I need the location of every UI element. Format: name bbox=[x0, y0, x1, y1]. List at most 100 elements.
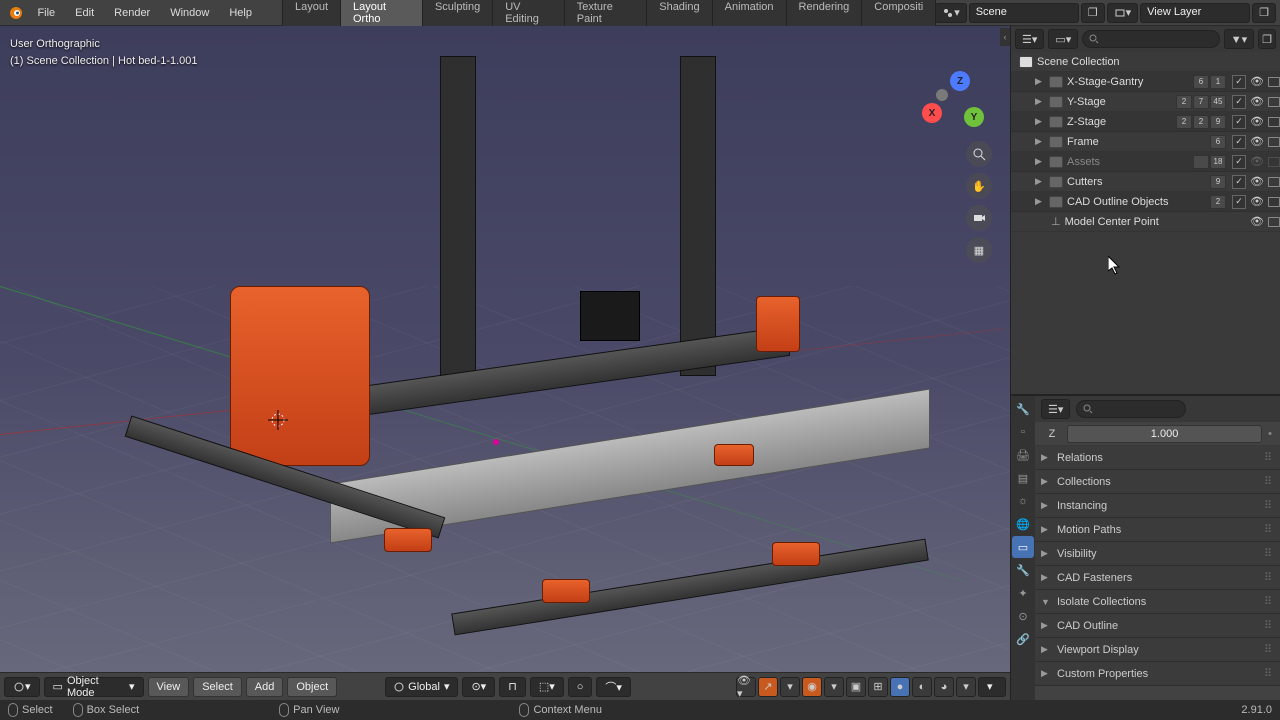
3d-viewport[interactable]: ‹ User Orthographic (1) Scene Collection… bbox=[0, 26, 1010, 700]
tree-item-model-center[interactable]: ⊥ Model Center Point 👁 bbox=[1011, 212, 1280, 232]
tab-output[interactable]: 🖨 bbox=[1012, 444, 1034, 466]
object-menu[interactable]: Object bbox=[287, 677, 337, 697]
panel-collections[interactable]: ▶Collections⠿ bbox=[1035, 470, 1280, 494]
proportional-toggle[interactable]: ○ bbox=[568, 677, 593, 697]
overlay-select[interactable]: ▾ bbox=[824, 677, 844, 697]
render-icon[interactable] bbox=[1268, 137, 1280, 147]
render-icon[interactable] bbox=[1268, 97, 1280, 107]
eye-icon[interactable]: 👁 bbox=[1250, 155, 1264, 168]
exclude-checkbox[interactable]: ✓ bbox=[1232, 75, 1246, 89]
exclude-checkbox[interactable]: ✓ bbox=[1232, 175, 1246, 189]
menu-render[interactable]: Render bbox=[104, 3, 160, 23]
scene-name-input[interactable]: Scene bbox=[969, 3, 1079, 23]
properties-search[interactable] bbox=[1076, 400, 1186, 418]
snap-select[interactable]: ⬚▾ bbox=[530, 677, 564, 697]
tab-physics[interactable]: ⊙ bbox=[1012, 605, 1034, 627]
expand-icon[interactable]: ▶ bbox=[1035, 136, 1045, 147]
gizmo-axis-neg[interactable] bbox=[936, 89, 948, 101]
scale-z-input[interactable]: 1.000 bbox=[1067, 425, 1262, 443]
tab-viewlayer[interactable]: ▤ bbox=[1012, 467, 1034, 489]
new-scene-button[interactable]: ❐ bbox=[1081, 3, 1105, 23]
exclude-checkbox[interactable]: ✓ bbox=[1232, 95, 1246, 109]
render-icon[interactable] bbox=[1268, 177, 1280, 187]
gizmo-select[interactable]: ▾ bbox=[780, 677, 800, 697]
outliner-display-mode[interactable]: ▭▾ bbox=[1048, 29, 1078, 49]
panel-instancing[interactable]: ▶Instancing⠿ bbox=[1035, 494, 1280, 518]
panel-visibility[interactable]: ▶Visibility⠿ bbox=[1035, 542, 1280, 566]
outliner-filter-button[interactable]: ▼▾ bbox=[1224, 29, 1254, 49]
gizmo-axis-z[interactable]: Z bbox=[950, 71, 970, 91]
expand-icon[interactable]: ▶ bbox=[1035, 116, 1045, 127]
menu-edit[interactable]: Edit bbox=[65, 3, 104, 23]
editor-type-button[interactable]: ▾ bbox=[4, 677, 40, 697]
exclude-checkbox[interactable]: ✓ bbox=[1232, 195, 1246, 209]
tree-root[interactable]: Scene Collection bbox=[1011, 52, 1280, 72]
pivot-select[interactable]: ⊙▾ bbox=[462, 677, 495, 697]
expand-icon[interactable]: ▶ bbox=[1035, 176, 1045, 187]
eye-icon[interactable]: 👁 bbox=[1250, 135, 1264, 148]
panel-viewport-display[interactable]: ▶Viewport Display⠿ bbox=[1035, 638, 1280, 662]
tab-particles[interactable]: ✦ bbox=[1012, 582, 1034, 604]
menu-window[interactable]: Window bbox=[160, 3, 219, 23]
navigation-gizmo[interactable]: Z X Y bbox=[922, 71, 982, 131]
viewlayer-browse-button[interactable]: ▾ bbox=[1107, 3, 1139, 23]
exclude-checkbox[interactable]: ✓ bbox=[1232, 115, 1246, 129]
proportional-select[interactable]: ⌒▾ bbox=[596, 677, 631, 697]
select-menu[interactable]: Select bbox=[193, 677, 242, 697]
tree-item-z-stage[interactable]: ▶ Z-Stage 229 ✓ 👁 bbox=[1011, 112, 1280, 132]
tree-item-cad-outline[interactable]: ▶ CAD Outline Objects 2 ✓ 👁 bbox=[1011, 192, 1280, 212]
mode-select[interactable]: ▭Object Mode▾ bbox=[44, 677, 144, 697]
tree-item-assets[interactable]: ▶ Assets 18 ✓ 👁 bbox=[1011, 152, 1280, 172]
gizmo-axis-y[interactable]: Y bbox=[964, 107, 984, 127]
view-menu[interactable]: View bbox=[148, 677, 190, 697]
shading-wireframe[interactable]: ⊞ bbox=[868, 677, 888, 697]
outliner-editor-type[interactable]: ☰▾ bbox=[1015, 29, 1044, 49]
exclude-checkbox[interactable]: ✓ bbox=[1232, 135, 1246, 149]
scene-browse-button[interactable]: ▾ bbox=[935, 3, 967, 23]
eye-icon[interactable]: 👁 bbox=[1250, 215, 1264, 228]
eye-icon[interactable]: 👁 bbox=[1250, 95, 1264, 108]
eye-icon[interactable]: 👁 bbox=[1250, 75, 1264, 88]
tab-modifiers[interactable]: 🔧 bbox=[1012, 559, 1034, 581]
orientation-select[interactable]: Global▾ bbox=[385, 677, 458, 697]
tab-tool[interactable]: 🔧 bbox=[1012, 398, 1034, 420]
expand-icon[interactable]: ▶ bbox=[1035, 76, 1045, 87]
shading-solid[interactable]: ● bbox=[890, 677, 910, 697]
render-icon[interactable] bbox=[1268, 77, 1280, 87]
viewlayer-name-input[interactable]: View Layer bbox=[1140, 3, 1250, 23]
properties-editor-type[interactable]: ☰▾ bbox=[1041, 399, 1070, 419]
outliner-tree[interactable]: Scene Collection ▶ X-Stage-Gantry 61 ✓ 👁… bbox=[1011, 52, 1280, 394]
eye-icon[interactable]: 👁 bbox=[1250, 195, 1264, 208]
expand-icon[interactable]: ▶ bbox=[1035, 96, 1045, 107]
shading-rendered[interactable]: ◕ bbox=[934, 677, 954, 697]
expand-icon[interactable]: ▶ bbox=[1035, 156, 1045, 167]
tree-item-x-stage[interactable]: ▶ X-Stage-Gantry 61 ✓ 👁 bbox=[1011, 72, 1280, 92]
menu-file[interactable]: File bbox=[27, 3, 65, 23]
eye-icon[interactable]: 👁 bbox=[1250, 115, 1264, 128]
exclude-checkbox[interactable]: ✓ bbox=[1232, 155, 1246, 169]
render-icon[interactable] bbox=[1268, 217, 1280, 227]
tree-item-y-stage[interactable]: ▶ Y-Stage 2745 ✓ 👁 bbox=[1011, 92, 1280, 112]
panel-cad-fasteners[interactable]: ▶CAD Fasteners⠿ bbox=[1035, 566, 1280, 590]
visibility-select[interactable]: 👁▾ bbox=[736, 677, 756, 697]
add-menu[interactable]: Add bbox=[246, 677, 284, 697]
tree-item-cutters[interactable]: ▶ Cutters 9 ✓ 👁 bbox=[1011, 172, 1280, 192]
shading-preview[interactable]: ◐ bbox=[912, 677, 932, 697]
render-icon[interactable] bbox=[1268, 197, 1280, 207]
menu-help[interactable]: Help bbox=[219, 3, 262, 23]
eye-icon[interactable]: 👁 bbox=[1250, 175, 1264, 188]
outliner-search-input[interactable] bbox=[1082, 30, 1219, 48]
camera-view-button[interactable] bbox=[966, 205, 992, 231]
overlay-toggle[interactable]: ◉ bbox=[802, 677, 822, 697]
tab-object[interactable]: ▭ bbox=[1012, 536, 1034, 558]
tab-world[interactable]: 🌐 bbox=[1012, 513, 1034, 535]
zoom-button[interactable] bbox=[966, 141, 992, 167]
pan-button[interactable]: ✋ bbox=[966, 173, 992, 199]
panel-cad-outline[interactable]: ▶CAD Outline⠿ bbox=[1035, 614, 1280, 638]
panel-motion-paths[interactable]: ▶Motion Paths⠿ bbox=[1035, 518, 1280, 542]
tree-item-frame[interactable]: ▶ Frame 6 ✓ 👁 bbox=[1011, 132, 1280, 152]
keyframe-dot[interactable]: • bbox=[1268, 428, 1272, 440]
tab-render[interactable]: ▫ bbox=[1012, 421, 1034, 443]
panel-custom-properties[interactable]: ▶Custom Properties⠿ bbox=[1035, 662, 1280, 686]
perspective-toggle-button[interactable]: ▦ bbox=[966, 237, 992, 263]
